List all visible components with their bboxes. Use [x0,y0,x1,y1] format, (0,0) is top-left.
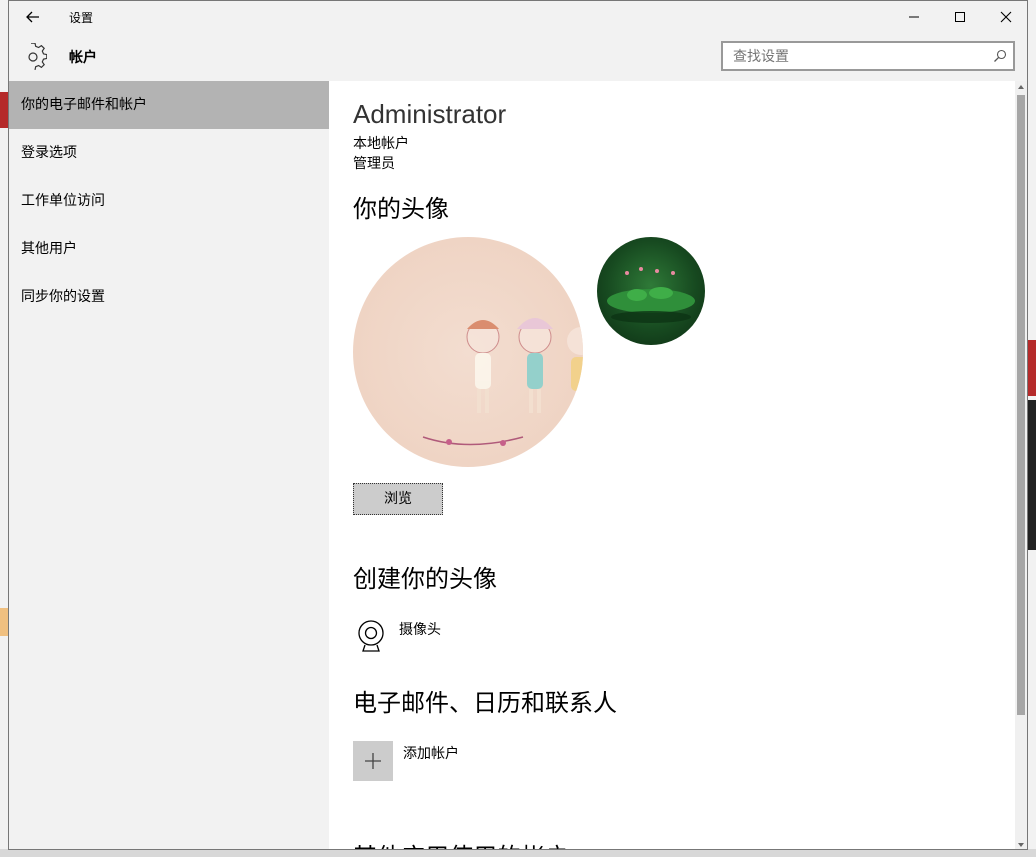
background-red-mark-right [1028,340,1036,396]
close-button[interactable] [983,1,1027,33]
sidebar: 你的电子邮件和帐户 登录选项 工作单位访问 其他用户 同步你的设置 [9,81,329,849]
settings-window: 设置 帐户 查找设置 你的电子邮件和帐户 登录选项 工作单位访问 其他用户 同步… [8,0,1028,850]
maximize-button[interactable] [937,1,983,33]
browse-button[interactable]: 浏览 [353,483,443,515]
maximize-icon [955,12,965,22]
settings-header: 帐户 [9,33,1027,81]
background-red-mark [0,92,8,128]
email-section-title: 电子邮件、日历和联系人 [353,689,617,717]
sidebar-item-label: 同步你的设置 [21,289,105,305]
avatar-illustration [607,267,695,323]
gear-icon [28,43,47,71]
scroll-up-icon[interactable] [1017,83,1025,91]
current-avatar-image [353,237,583,467]
sidebar-item-label: 登录选项 [21,145,77,161]
title-bar: 设置 [9,1,1027,33]
background-bottom [0,849,1036,857]
webcam-icon [358,620,384,652]
sidebar-item-label: 工作单位访问 [21,193,105,209]
minimize-button[interactable] [891,1,937,33]
other-apps-title: 其他应用使用的帐户 [353,837,569,849]
account-role: 管理员 [353,156,395,172]
minimize-icon [909,16,919,18]
background-orange-mark [0,608,8,636]
section-title: 帐户 [69,50,97,66]
camera-label[interactable]: 摄像头 [399,619,441,639]
create-avatar-title: 创建你的头像 [353,565,497,593]
add-account-button[interactable] [353,741,393,781]
sidebar-item-work-access[interactable]: 工作单位访问 [9,177,329,225]
back-arrow-icon [26,11,39,23]
close-icon [1000,11,1012,23]
avatar-illustration [422,318,583,446]
background-qr-fragment [1028,400,1036,550]
scroll-down-icon[interactable] [1017,841,1025,849]
camera-option[interactable] [353,615,393,655]
plus-icon [365,753,381,769]
scrollbar[interactable] [1015,81,1027,849]
sidebar-item-sign-in-options[interactable]: 登录选项 [9,129,329,177]
background-app-left [0,0,8,857]
search-input[interactable] [731,47,985,67]
account-type: 本地帐户 [353,136,409,152]
sidebar-item-label: 你的电子邮件和帐户 [21,97,147,113]
previous-avatar-image[interactable] [597,237,705,345]
search-icon[interactable] [993,49,1007,63]
window-title: 设置 [69,11,94,25]
sidebar-item-email-accounts[interactable]: 你的电子邮件和帐户 [9,81,329,129]
sidebar-item-sync-settings[interactable]: 同步你的设置 [9,273,329,321]
background-app-right [1028,0,1036,857]
avatar-section-title: 你的头像 [353,195,449,223]
back-button[interactable] [21,5,45,29]
sidebar-item-label: 其他用户 [21,241,77,257]
main-content: Administrator 本地帐户 管理员 你的头像 浏览 创建你的头像 摄像… [329,81,1019,849]
search-box[interactable] [721,41,1015,71]
scrollbar-thumb[interactable] [1017,95,1025,715]
account-name: Administrator [353,99,507,129]
sidebar-item-other-users[interactable]: 其他用户 [9,225,329,273]
add-account-label[interactable]: 添加帐户 [403,743,459,763]
